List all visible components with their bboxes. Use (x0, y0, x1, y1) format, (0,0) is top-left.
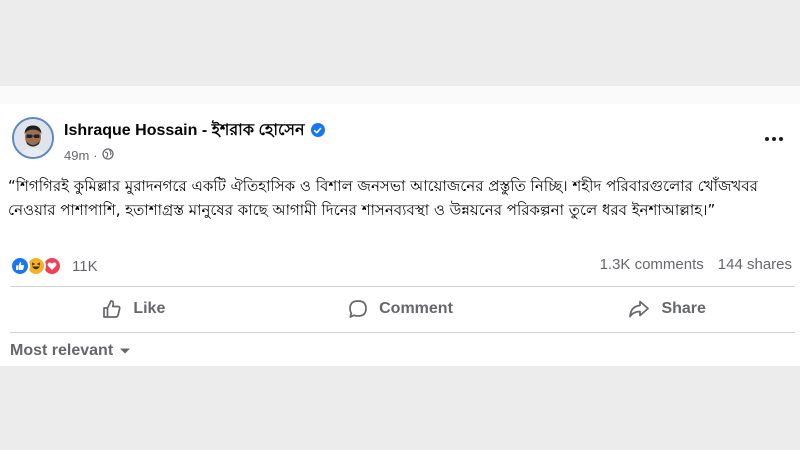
globe-icon[interactable] (101, 147, 114, 163)
comment-sort-label: Most relevant (10, 342, 114, 359)
like-button[interactable]: Like (0, 289, 267, 329)
like-reaction-icon (10, 256, 30, 276)
caret-down-icon (120, 348, 131, 354)
feed-background-bottom (0, 366, 800, 450)
reaction-count: 11K (72, 257, 98, 275)
avatar-image (14, 119, 52, 157)
divider-bottom (10, 332, 795, 333)
verified-badge-icon (310, 123, 325, 137)
author-avatar[interactable] (12, 117, 54, 159)
feed-background-top (0, 86, 800, 104)
share-button[interactable]: Share (533, 289, 800, 329)
more-options-icon[interactable] (761, 129, 787, 149)
thumbs-up-icon (103, 300, 121, 318)
like-label: Like (133, 300, 166, 317)
comments-count-link[interactable]: 1.3K comments (600, 256, 704, 276)
share-label: Share (661, 300, 706, 317)
comment-button[interactable]: Comment (267, 289, 534, 329)
comment-icon (349, 300, 367, 318)
post-text: “শিগগিরই কুমিল্লার মুরাদনগরে একটি ঐতিহাস… (8, 177, 758, 219)
comment-sort-dropdown[interactable]: Most relevant (10, 341, 131, 361)
post-timestamp[interactable]: 49m (64, 148, 89, 163)
share-icon (629, 300, 650, 318)
meta-separator: · (93, 147, 98, 163)
action-bar: Like Comment Share (0, 287, 800, 331)
author-name[interactable]: Ishraque Hossain - ইশরাক হোসেন (64, 117, 305, 144)
comment-label: Comment (379, 300, 453, 317)
shares-count-link[interactable]: 144 shares (718, 256, 792, 276)
reaction-summary[interactable]: 11K (10, 256, 98, 276)
